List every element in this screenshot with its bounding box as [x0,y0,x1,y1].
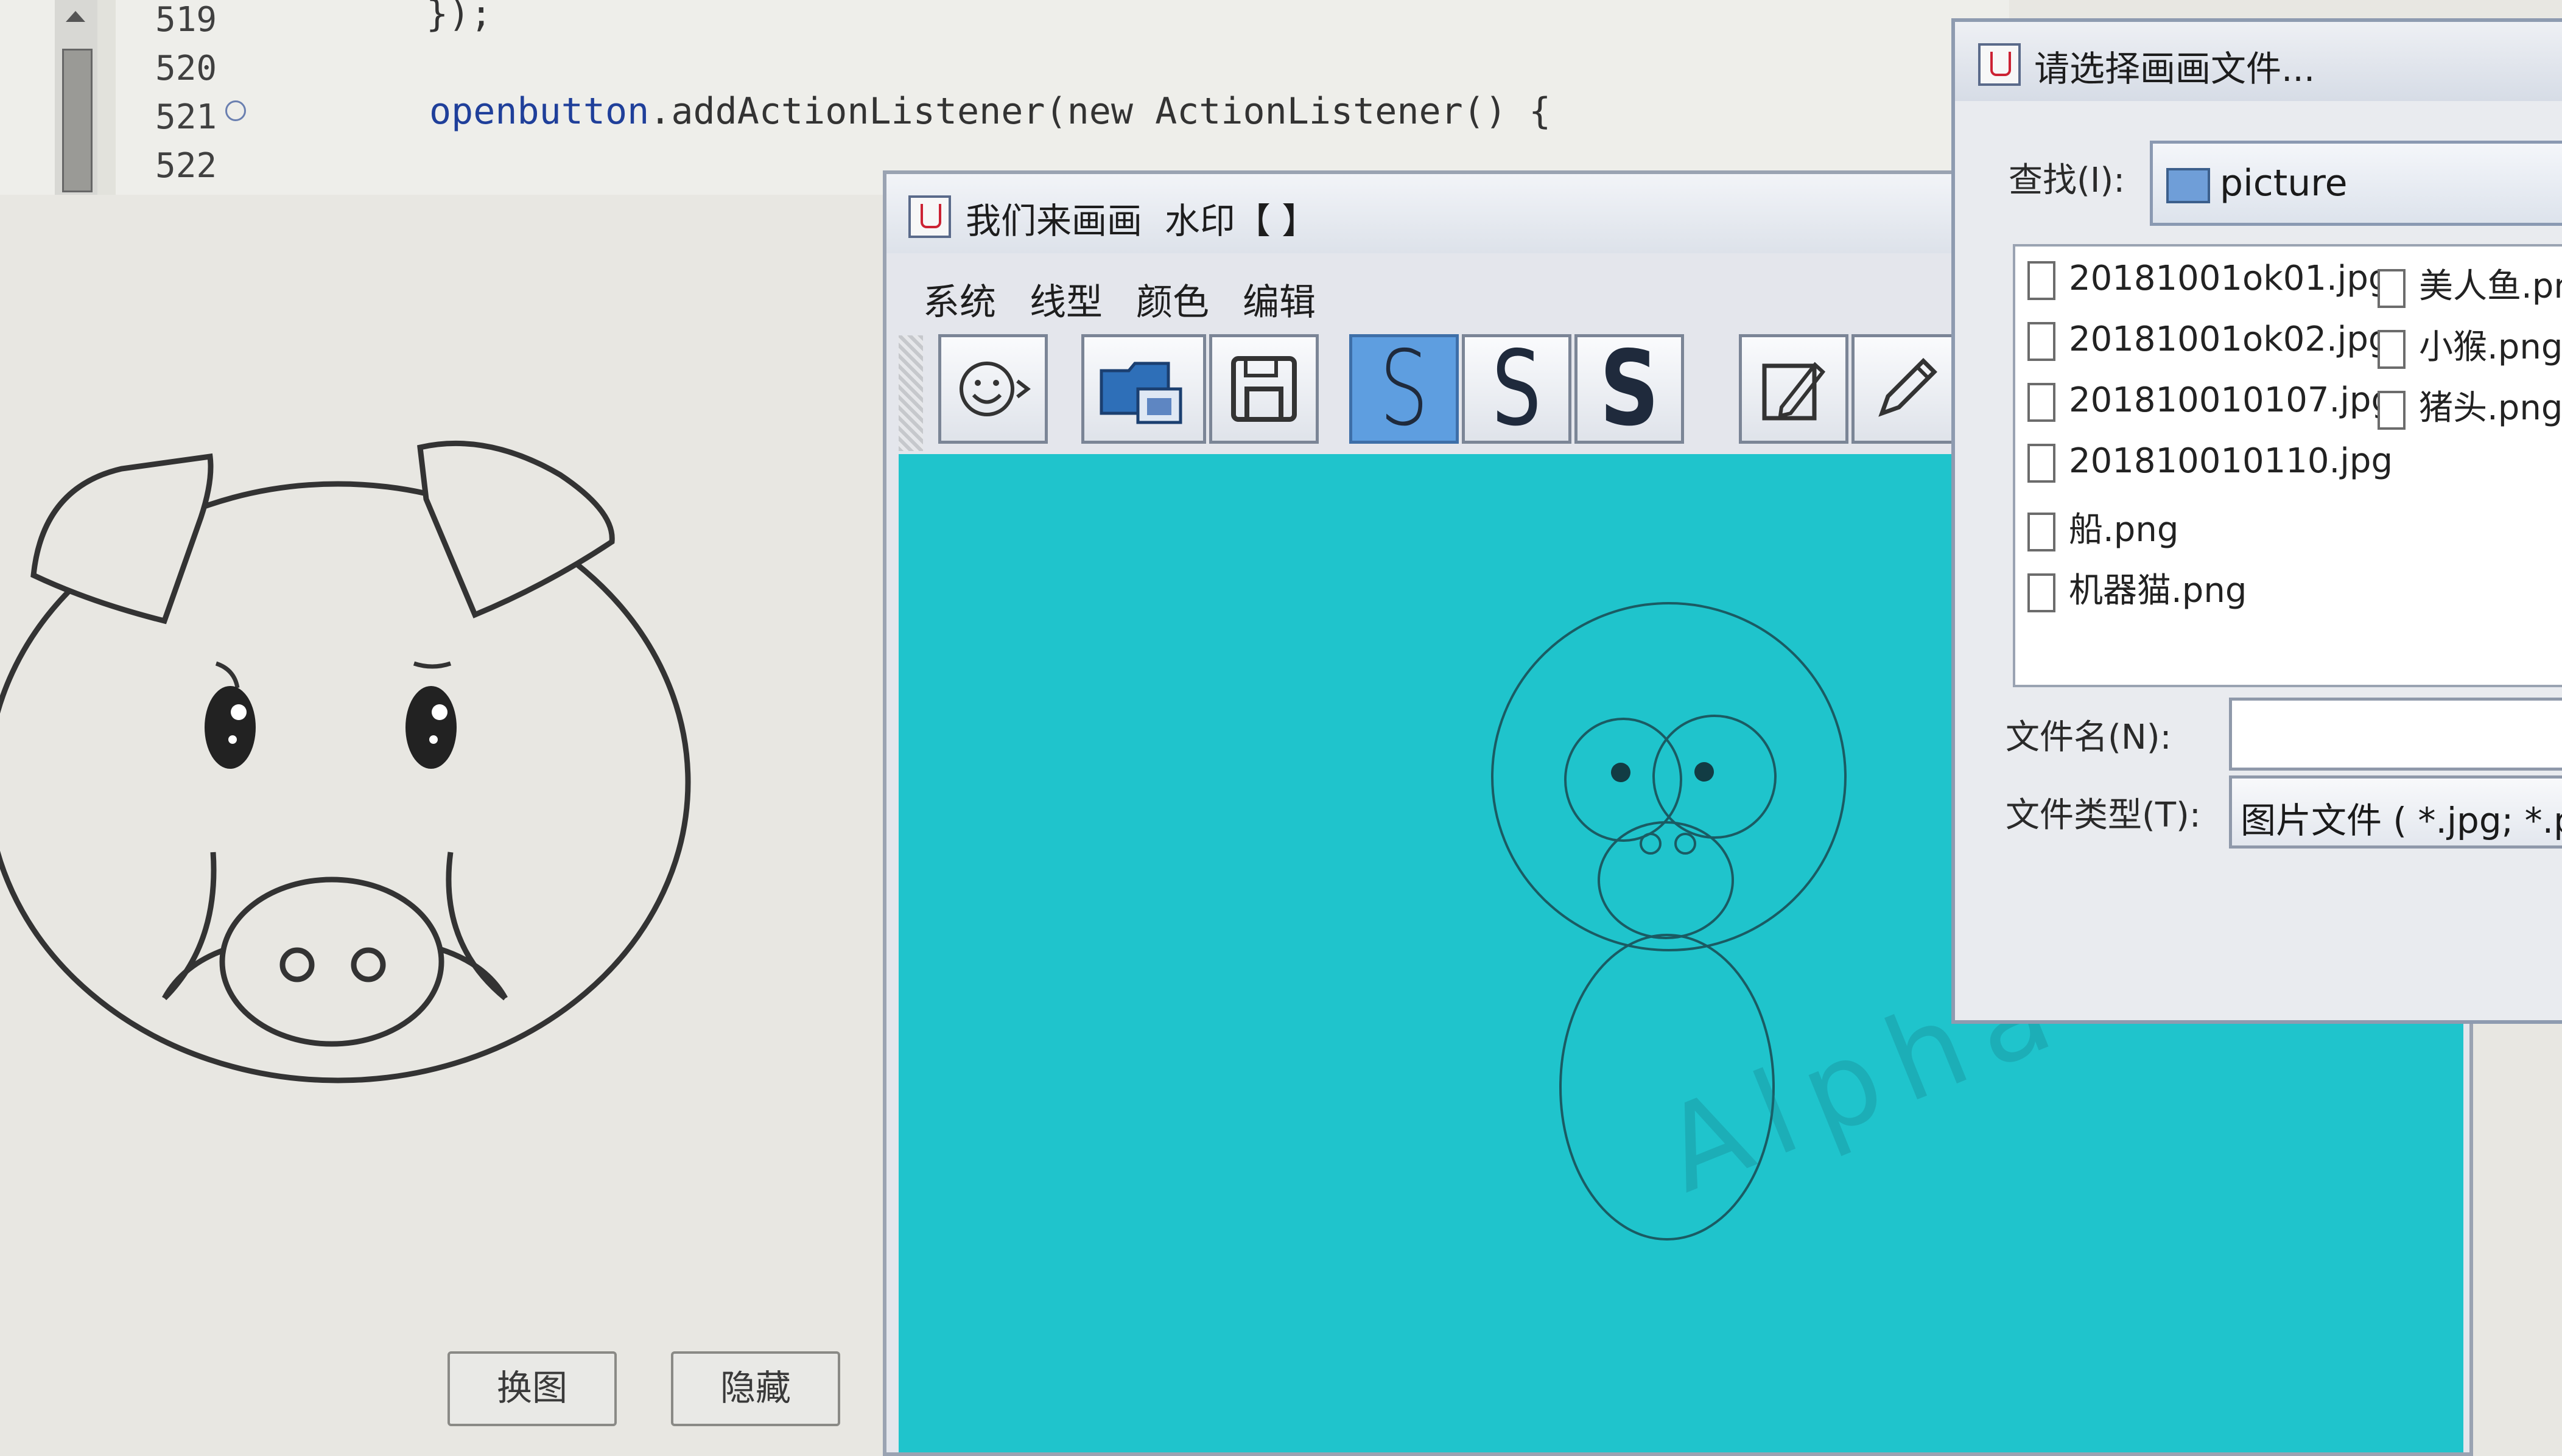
swap-image-button[interactable]: 换图 [447,1351,617,1426]
scroll-thumb[interactable] [62,49,93,192]
file-icon [2027,512,2055,551]
open-folder-icon [1100,362,1182,424]
file-name: 猪头.png [2419,388,2562,428]
stroke-bold-button[interactable]: S [1574,334,1684,444]
file-item[interactable]: 201810010107.jpg [2027,380,2393,422]
code-line-521[interactable]: openbutton.addActionListener(new ActionL… [429,90,1551,133]
menu-system[interactable]: 系统 [923,273,996,326]
file-icon [2027,573,2055,612]
file-item[interactable]: 机器猫.png [2027,563,2247,612]
file-icon [2378,390,2406,430]
save-button[interactable] [1209,334,1319,444]
look-in-combo[interactable]: picture [2150,141,2562,226]
file-chooser-dialog: 请选择画画文件... 查找(I): picture 20181001ok01.j… [1951,18,2562,1024]
file-list[interactable]: 20181001ok01.jpg 20181001ok02.jpg 201810… [2013,244,2562,687]
smiley-tool-button[interactable] [938,334,1048,444]
java-app-icon [908,195,951,238]
file-name: 20181001ok02.jpg [2069,320,2390,359]
file-item[interactable]: 201810010110.jpg [2027,441,2393,483]
file-icon [2378,268,2406,308]
file-icon [2027,321,2055,361]
file-name: 小猴.png [2419,327,2562,367]
file-item[interactable]: 猪头.png [2378,380,2562,430]
code-line-519[interactable]: }); [426,0,492,35]
file-item[interactable]: 船.png [2027,502,2178,551]
menu-line-style[interactable]: 线型 [1030,273,1103,326]
file-name: 美人鱼.png [2419,267,2562,306]
file-icon [2027,261,2055,300]
edit-image-icon [1762,362,1826,421]
open-file-button[interactable] [1081,334,1206,444]
file-name-field[interactable] [2229,698,2562,771]
code-editor: 519 520 521 522 }); openbutton.addAction… [0,0,2009,195]
file-name: 机器猫.png [2069,571,2247,611]
code-identifier: openbutton [429,90,650,133]
stroke-medium-icon: S [1492,329,1542,449]
folder-icon [2166,168,2210,203]
java-app-icon [1978,43,2021,86]
file-icon [2027,382,2055,422]
file-chooser-titlebar[interactable]: 请选择画画文件... [1955,22,2562,101]
pig-face-image [0,440,691,1083]
look-in-value: picture [2220,162,2348,205]
file-item[interactable]: 美人鱼.png [2378,259,2562,308]
file-type-value: 图片文件 ( *.jpg; *.png; [2241,800,2562,841]
file-icon [2378,329,2406,369]
menu-color[interactable]: 颜色 [1136,273,1209,326]
scroll-up-arrow-icon[interactable] [66,11,85,22]
edit-image-button[interactable] [1739,334,1848,444]
file-item[interactable]: 小猴.png [2378,320,2562,369]
file-name: 201810010110.jpg [2069,441,2393,481]
pencil-icon [1878,358,1937,417]
line-number: 522 [155,146,217,186]
line-number: 521 [155,97,217,137]
line-number: 519 [155,0,217,40]
save-icon [1231,356,1297,422]
file-type-label: 文件类型(T): [2006,796,2201,835]
file-name: 201810010107.jpg [2069,380,2393,420]
file-item[interactable]: 20181001ok02.jpg [2027,320,2390,361]
pencil-button[interactable] [1851,334,1961,444]
menu-edit[interactable]: 编辑 [1243,273,1316,326]
file-name: 船.png [2069,510,2179,550]
stroke-thin-icon: S [1379,329,1429,449]
stroke-bold-icon: S [1599,329,1659,449]
smiley-icon [960,362,1031,416]
file-icon [2027,443,2055,483]
file-item[interactable]: 20181001ok01.jpg [2027,259,2390,300]
toolbar-grip[interactable] [899,335,923,451]
stroke-medium-button[interactable]: S [1462,334,1571,444]
file-name-label: 文件名(N): [2006,718,2172,757]
stroke-thin-button[interactable]: S [1349,334,1459,444]
file-chooser-title: 请选择画画文件... [2034,48,2315,89]
editor-scrollbar[interactable] [55,0,101,195]
line-number: 520 [155,49,217,88]
hide-button[interactable]: 隐藏 [671,1351,840,1426]
file-type-combo[interactable]: 图片文件 ( *.jpg; *.png; [2229,775,2562,849]
editor-gutter [97,0,116,195]
file-name: 20181001ok01.jpg [2069,259,2390,298]
look-in-label: 查找(I): [2009,161,2125,200]
code-text: .addActionListener(new ActionListener() … [649,90,1551,133]
fold-collapse-icon[interactable] [225,100,246,121]
drawing-window-title: 我们来画画 水印【 】 [966,200,1318,242]
